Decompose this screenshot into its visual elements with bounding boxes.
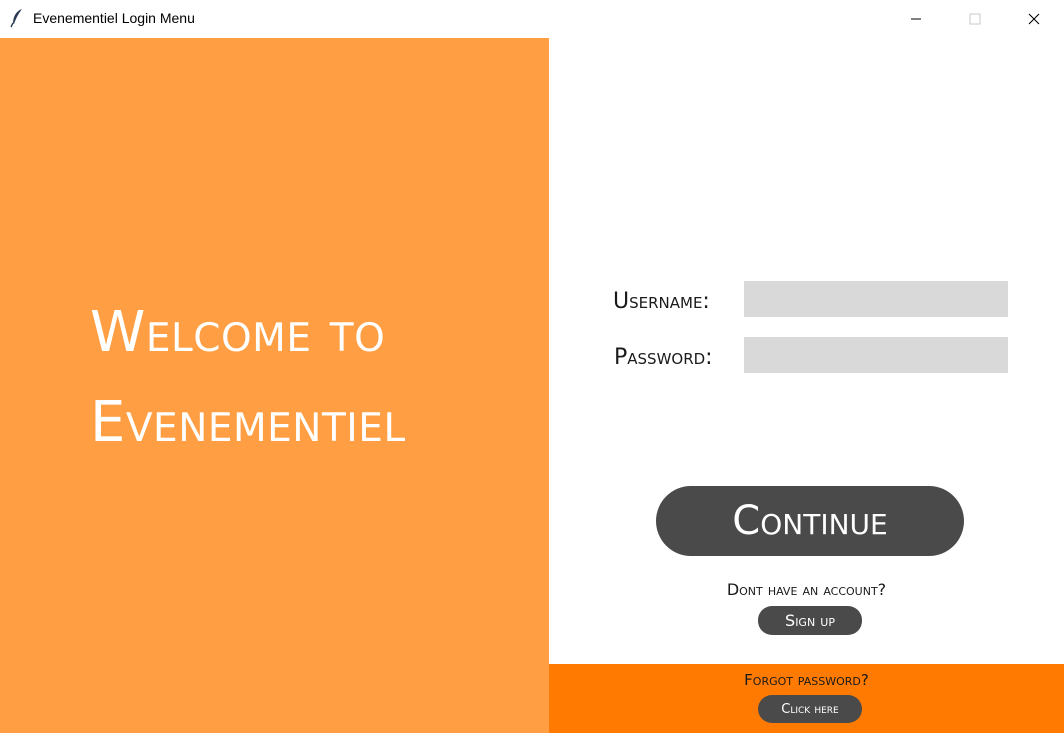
welcome-heading: Welcome to Evenementiel — [90, 288, 406, 468]
maximize-icon — [969, 13, 981, 25]
close-button[interactable] — [1011, 0, 1057, 38]
window-title: Evenementiel Login Menu — [33, 10, 195, 26]
password-field[interactable] — [744, 337, 1008, 373]
no-account-text: Dont have an account? — [726, 580, 887, 599]
username-label: Username: — [613, 289, 710, 314]
minimize-icon — [911, 18, 921, 20]
forgot-password-text: Forgot password? — [744, 671, 869, 689]
username-field[interactable] — [744, 281, 1008, 317]
sign-up-button[interactable]: Sign up — [758, 606, 862, 635]
close-icon — [1028, 13, 1040, 25]
minimize-button[interactable] — [893, 0, 939, 38]
feather-icon — [10, 9, 22, 28]
click-here-button[interactable]: Click here — [758, 695, 862, 723]
forgot-password-bar: Forgot password? Click here — [549, 664, 1064, 733]
title-bar: Evenementiel Login Menu — [0, 0, 1064, 38]
welcome-line-1: Welcome to — [90, 300, 386, 365]
continue-button[interactable]: Continue — [656, 486, 964, 556]
welcome-line-2: Evenementiel — [90, 390, 406, 455]
password-label: Password: — [614, 345, 713, 370]
maximize-button[interactable] — [952, 0, 998, 38]
